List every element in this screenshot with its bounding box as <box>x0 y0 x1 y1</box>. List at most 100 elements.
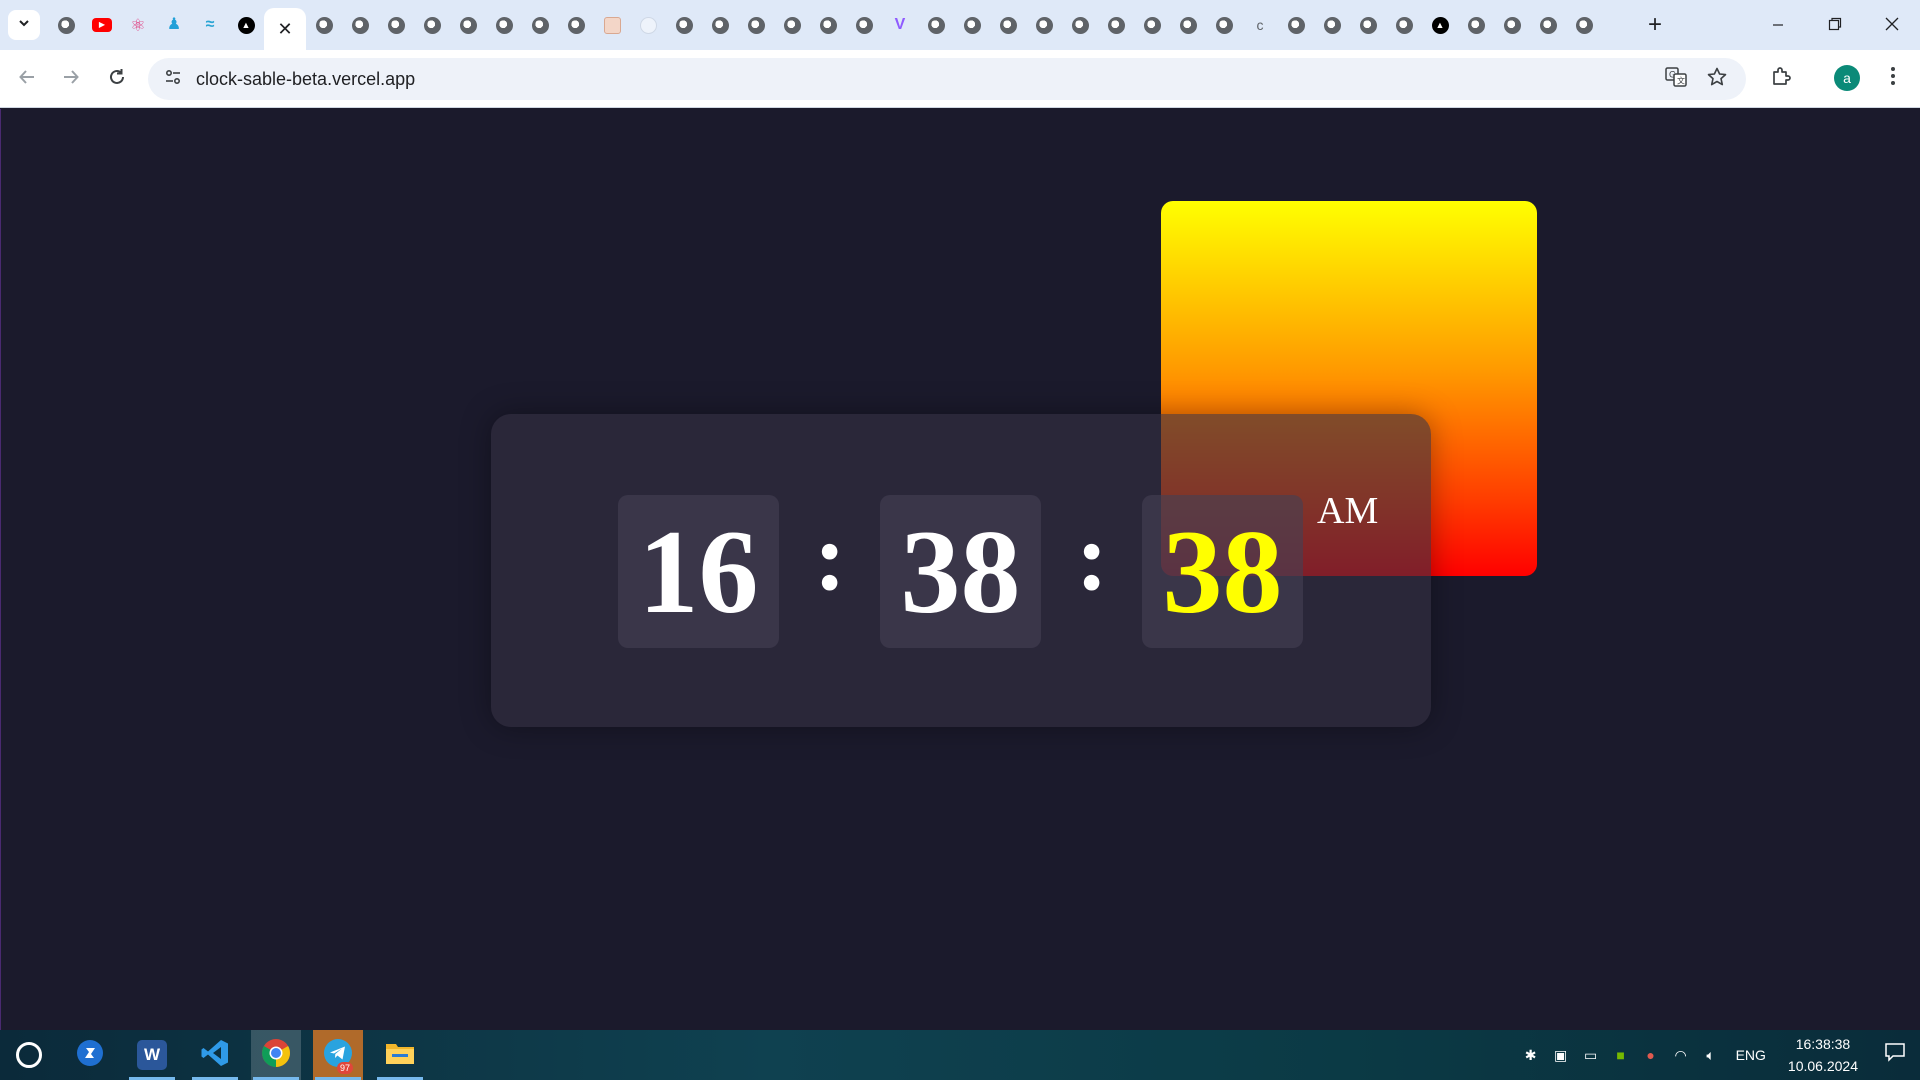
wifi-tray-button[interactable]: ◠ <box>1666 1030 1696 1080</box>
tab[interactable] <box>774 8 810 42</box>
tab[interactable] <box>702 8 738 42</box>
browser-toolbar: clock-sable-beta.vercel.app G文 a <box>0 50 1920 108</box>
tab[interactable] <box>414 8 450 42</box>
bookmark-button[interactable] <box>1703 66 1731 94</box>
loading-icon: c <box>1256 17 1264 33</box>
close-icon[interactable]: ✕ <box>277 19 292 40</box>
tab[interactable] <box>666 8 702 42</box>
volume-icon: 🔈︎ <box>1706 1046 1715 1063</box>
globe-icon <box>711 16 729 34</box>
taskbar-app-word[interactable]: W <box>127 1030 177 1080</box>
browser-tray-button[interactable]: ● <box>1636 1030 1666 1080</box>
new-tab-button[interactable]: + <box>1648 11 1662 39</box>
restore-button[interactable] <box>1806 0 1863 50</box>
tab[interactable] <box>1314 8 1350 42</box>
extensions-button[interactable] <box>1767 64 1797 94</box>
tab[interactable] <box>342 8 378 42</box>
tab[interactable]: c <box>1242 8 1278 42</box>
tab[interactable]: ▶ <box>84 8 120 42</box>
tab[interactable] <box>450 8 486 42</box>
slack-tray-button[interactable]: ✱ <box>1516 1030 1546 1080</box>
tab[interactable] <box>1134 8 1170 42</box>
minimize-button[interactable] <box>1749 0 1806 50</box>
taskbar-app-telegram[interactable]: 97 <box>313 1030 363 1080</box>
tab[interactable]: ♟ <box>156 8 192 42</box>
nvidia-tray-button[interactable]: ■ <box>1606 1030 1636 1080</box>
react-icon: ⚛ <box>130 15 146 35</box>
taskbar: W 97 ✱ ▣ ▭ ■ ● ◠ 🔈︎ ENG 16:38:38 10.06.2… <box>0 1030 1920 1080</box>
tab[interactable] <box>1386 8 1422 42</box>
battery-tray-button[interactable]: ▭ <box>1576 1030 1606 1080</box>
tab[interactable] <box>954 8 990 42</box>
taskbar-clock[interactable]: 16:38:38 10.06.2024 <box>1776 1033 1870 1077</box>
site-info-button[interactable] <box>158 64 188 94</box>
translate-button[interactable]: G文 <box>1662 66 1690 94</box>
reload-button[interactable] <box>102 64 132 94</box>
tab[interactable] <box>846 8 882 42</box>
page-viewport: 16 : 38 : 38 AM <box>0 109 1920 1030</box>
taskbar-date: 10.06.2024 <box>1787 1058 1858 1074</box>
url-text[interactable]: clock-sable-beta.vercel.app <box>196 69 415 90</box>
restore-icon <box>1828 15 1842 36</box>
tab[interactable] <box>630 8 666 42</box>
globe-icon <box>747 16 765 34</box>
tab[interactable]: V <box>882 8 918 42</box>
tab[interactable] <box>1206 8 1242 42</box>
am-pm-label: AM <box>1317 490 1379 532</box>
tab[interactable] <box>1530 8 1566 42</box>
tab[interactable] <box>990 8 1026 42</box>
tab[interactable] <box>522 8 558 42</box>
tab[interactable] <box>558 8 594 42</box>
telegram-unread-badge: 97 <box>336 1062 353 1074</box>
notifications-button[interactable] <box>1870 1030 1920 1080</box>
tab[interactable] <box>1098 8 1134 42</box>
profile-avatar[interactable]: a <box>1834 65 1860 91</box>
tab[interactable] <box>1458 8 1494 42</box>
tab[interactable] <box>1494 8 1530 42</box>
tab[interactable] <box>1062 8 1098 42</box>
globe-icon <box>1107 16 1125 34</box>
cortana-button[interactable] <box>4 1030 54 1080</box>
volume-tray-button[interactable]: 🔈︎ <box>1696 1030 1726 1080</box>
clock-card: 16 : 38 : 38 AM <box>491 414 1431 727</box>
tailwind-icon: ≈ <box>205 16 215 33</box>
monitor-icon: ▣ <box>1553 1046 1568 1063</box>
taskbar-app-file-explorer[interactable] <box>375 1030 425 1080</box>
close-window-button[interactable] <box>1863 0 1920 50</box>
tab[interactable]: ≈ <box>192 8 228 42</box>
monitor-tray-button[interactable]: ▣ <box>1546 1030 1576 1080</box>
tab-active[interactable]: ✕ <box>264 8 306 50</box>
back-button[interactable] <box>12 64 42 94</box>
tab[interactable]: ⚛ <box>120 8 156 42</box>
taskbar-app-pinned[interactable] <box>65 1030 115 1080</box>
forward-button[interactable] <box>56 64 86 94</box>
tab[interactable] <box>306 8 342 42</box>
tab[interactable] <box>48 8 84 42</box>
tab[interactable]: ▲ <box>228 8 264 42</box>
input-language[interactable]: ENG <box>1726 1047 1776 1063</box>
address-bar[interactable]: clock-sable-beta.vercel.app G文 <box>148 58 1746 100</box>
taskbar-time: 16:38:38 <box>1795 1036 1851 1052</box>
chevron-down-icon <box>17 16 31 35</box>
tab-search-button[interactable] <box>8 10 40 40</box>
tab[interactable] <box>486 8 522 42</box>
tab[interactable] <box>738 8 774 42</box>
vercel-icon: ▲ <box>1431 16 1449 34</box>
taskbar-app-vscode[interactable] <box>190 1030 240 1080</box>
tab[interactable] <box>1278 8 1314 42</box>
tab[interactable] <box>1566 8 1602 42</box>
seconds-display: 38 <box>1142 495 1303 648</box>
tab[interactable] <box>918 8 954 42</box>
tab[interactable] <box>1170 8 1206 42</box>
wifi-icon: ◠ <box>1674 1046 1687 1063</box>
tab[interactable] <box>1350 8 1386 42</box>
globe-icon <box>1179 16 1197 34</box>
tab[interactable] <box>378 8 414 42</box>
taskbar-app-chrome[interactable] <box>251 1030 301 1080</box>
browser-menu-button[interactable] <box>1878 64 1908 94</box>
tab[interactable] <box>810 8 846 42</box>
tab[interactable]: ▲ <box>1422 8 1458 42</box>
tab[interactable] <box>1026 8 1062 42</box>
globe-icon <box>531 16 549 34</box>
tab[interactable] <box>594 8 630 42</box>
